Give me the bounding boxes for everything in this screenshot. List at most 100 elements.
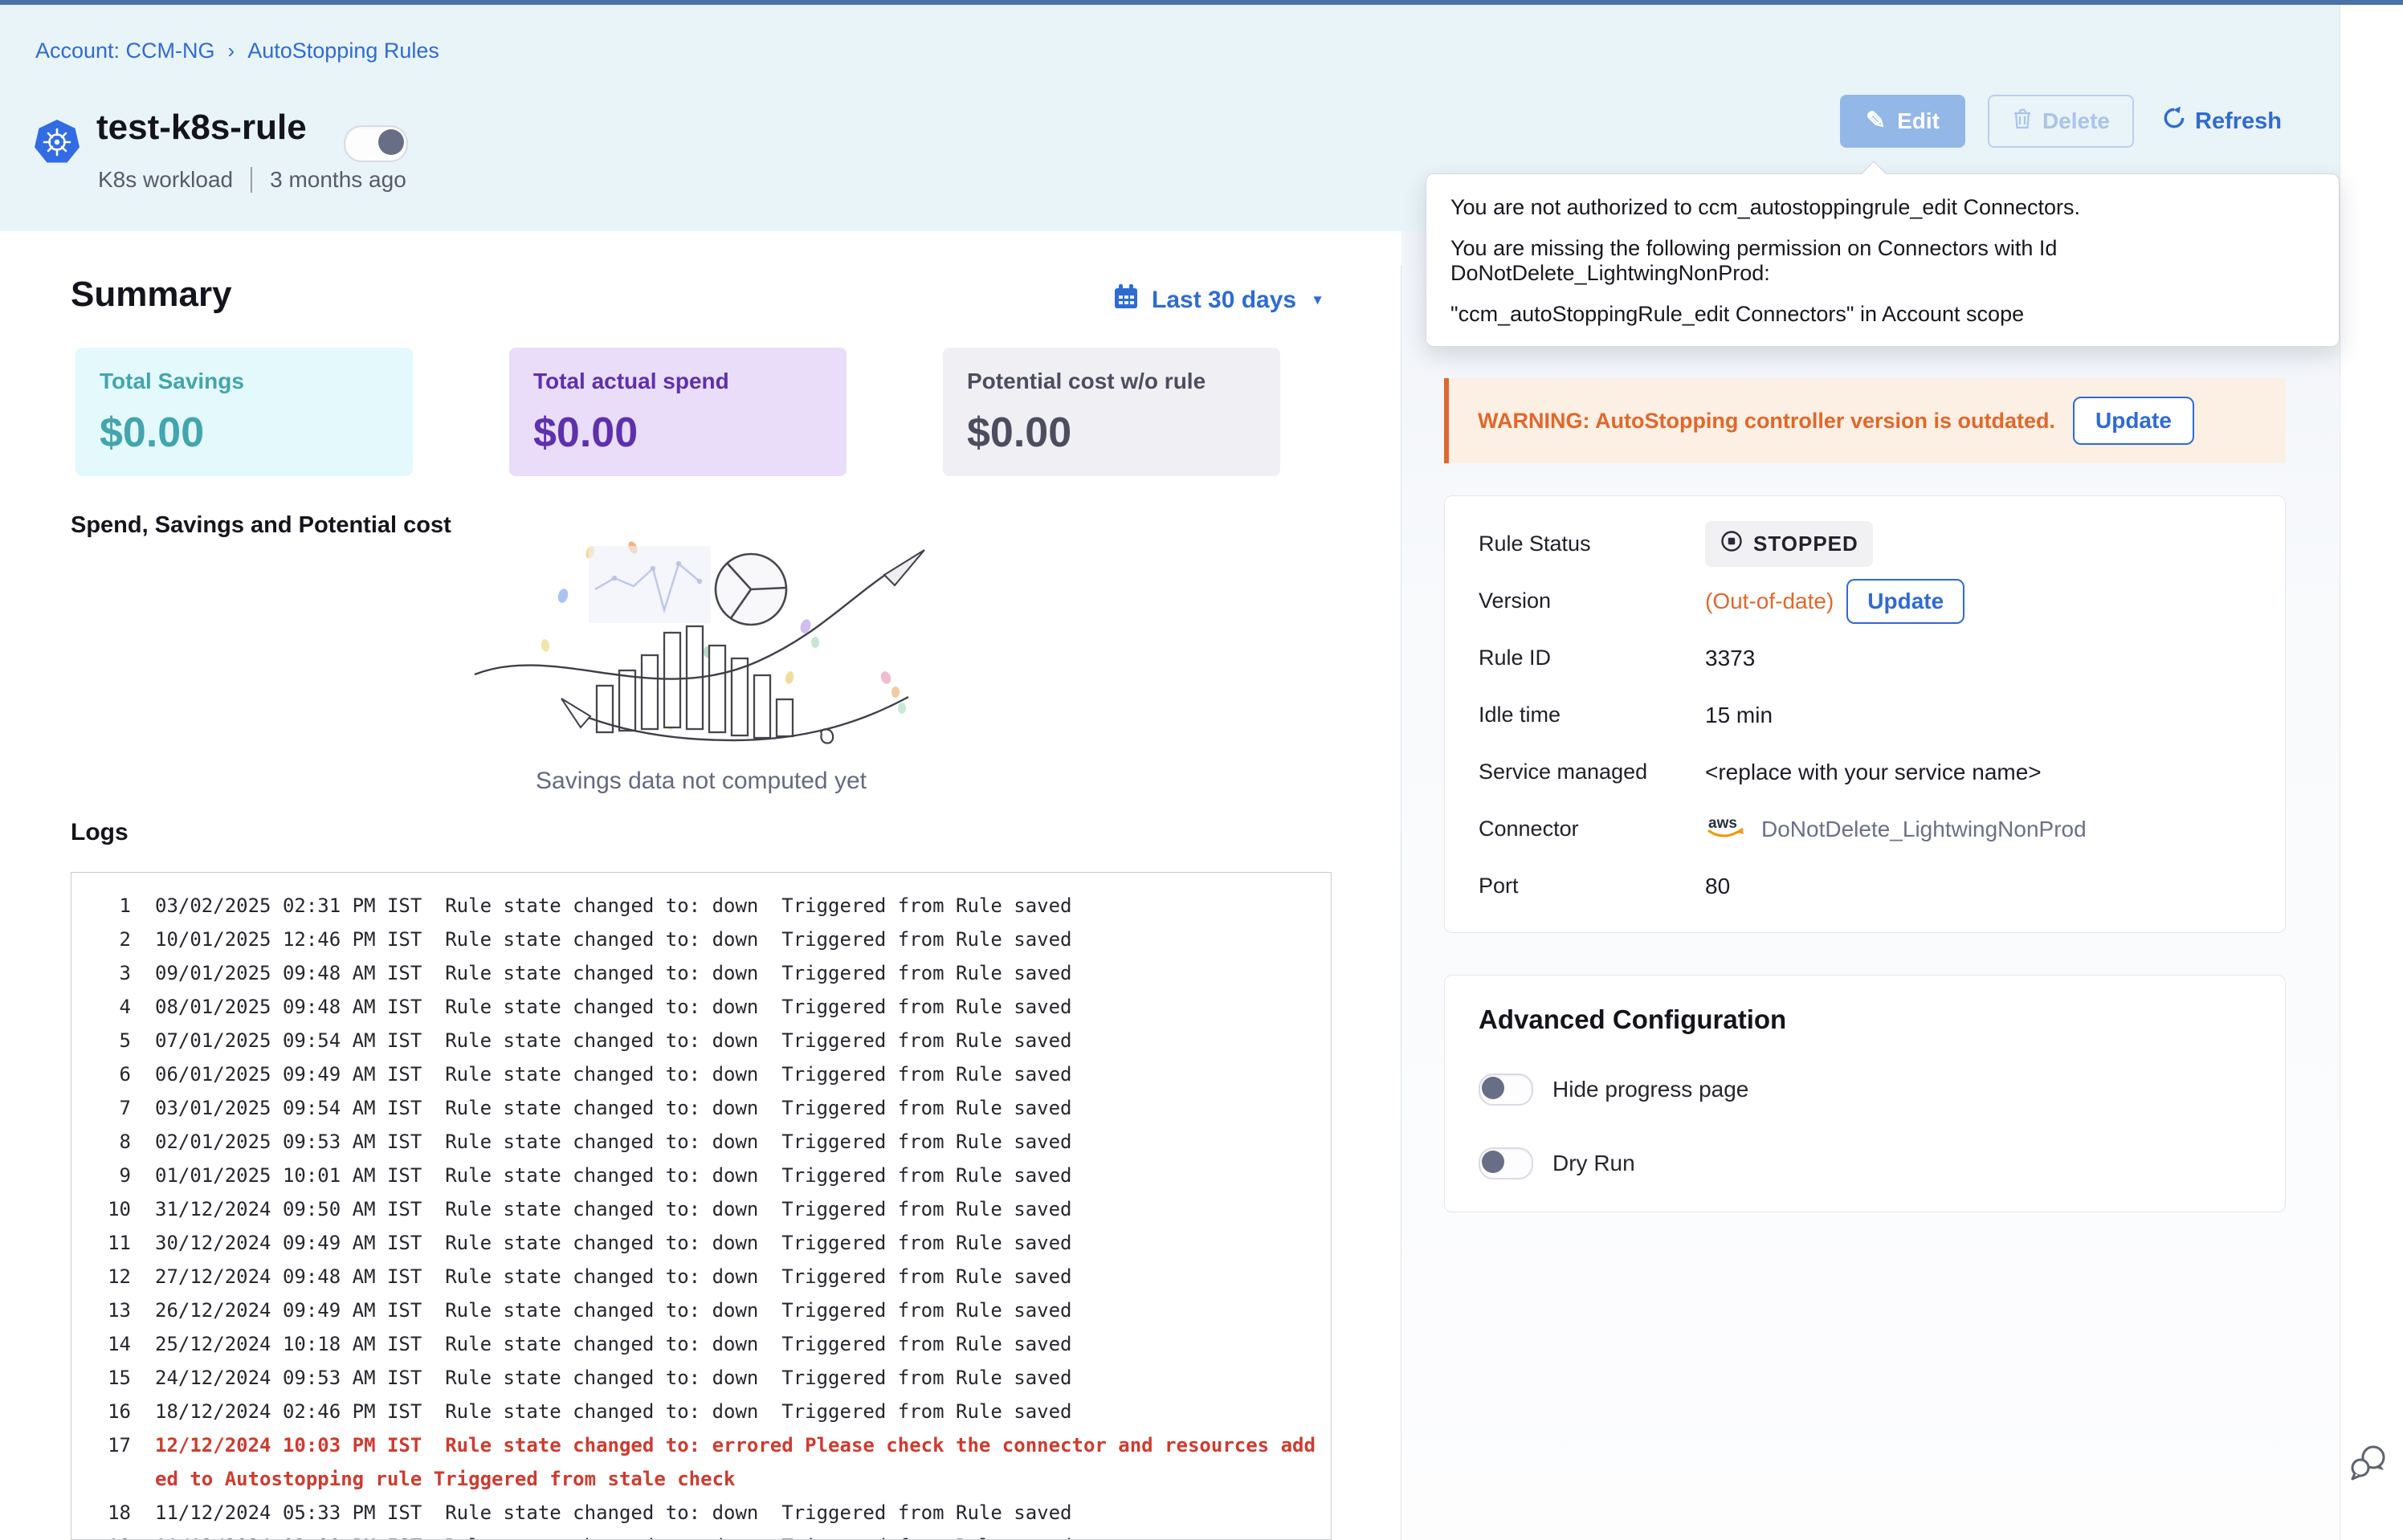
dry-run-toggle[interactable] (1479, 1147, 1533, 1179)
status-badge-text: STOPPED (1753, 532, 1858, 556)
log-message: 08/01/2025 09:48 AM IST Rule state chang… (155, 990, 1320, 1024)
log-message: 02/01/2025 09:53 AM IST Rule state chang… (155, 1125, 1320, 1159)
service-managed-value: <replace with your service name> (1705, 760, 2042, 785)
hide-progress-page-label: Hide progress page (1552, 1077, 1748, 1102)
toggle-knob (1482, 1151, 1504, 1173)
log-line-number: 6 (86, 1057, 131, 1091)
hide-progress-page-toggle[interactable] (1479, 1074, 1533, 1106)
log-line-number: 13 (86, 1294, 131, 1327)
date-range-selector[interactable]: Last 30 days ▼ (1112, 283, 1324, 318)
log-row: 19 11/12/2024 03:00 PM IST Rule state cha… (86, 1530, 1331, 1540)
toggle-knob (378, 129, 404, 155)
potential-cost-card: Potential cost w/o rule $0.00 (943, 348, 1280, 476)
connector-value: DoNotDelete_LightwingNonProd (1761, 817, 2087, 842)
log-row: 1425/12/2024 10:18 AM IST Rule state cha… (86, 1327, 1331, 1361)
breadcrumb-separator-icon: › (228, 39, 235, 63)
version-row: Version (Out-of-date) Update (1479, 572, 2251, 629)
log-line-number: 1 (86, 889, 131, 923)
log-message: 06/01/2025 09:49 AM IST Rule state chang… (155, 1057, 1320, 1091)
log-viewer[interactable]: 1 03/02/2025 02:31 PM IST Rule state chan… (71, 872, 1332, 1540)
delete-button-label: Delete (2042, 108, 2110, 134)
log-row: 18 11/12/2024 05:33 PM IST Rule state cha… (86, 1496, 1331, 1530)
logs-heading: Logs (71, 819, 129, 846)
advanced-configuration-card: Advanced Configuration Hide progress pag… (1444, 975, 2286, 1212)
rule-details-card: Rule Status STOPPED Version (Out-of-date… (1444, 495, 2286, 933)
log-row: 210/01/2025 12:46 PM IST Rule state chan… (86, 923, 1331, 956)
log-line-number: 17 (86, 1428, 131, 1496)
edit-button-label: Edit (1897, 108, 1940, 134)
refresh-button[interactable]: Refresh (2156, 104, 2287, 138)
card-label: Total actual spend (533, 369, 822, 394)
edit-button[interactable]: ✎ Edit (1840, 95, 1965, 148)
card-label: Total Savings (100, 369, 389, 394)
subtitle-divider (251, 167, 252, 193)
help-chat-icon[interactable] (2347, 1440, 2392, 1489)
dry-run-label: Dry Run (1552, 1151, 1635, 1176)
rule-age-label: 3 months ago (270, 167, 406, 193)
breadcrumb: Account: CCM-NG › AutoStopping Rules (35, 39, 439, 63)
version-label: Version (1479, 589, 1705, 613)
log-message: 30/12/2024 09:49 AM IST Rule state chang… (155, 1226, 1320, 1260)
port-value: 80 (1705, 874, 1730, 899)
delete-button[interactable]: Delete (1988, 95, 2134, 148)
empty-chart-message: Savings data not computed yet (71, 768, 1332, 795)
kubernetes-icon (34, 119, 80, 169)
summary-cards: Total Savings $0.00 Total actual spend $… (75, 348, 1280, 476)
card-value: $0.00 (967, 409, 1256, 457)
warning-update-button[interactable]: Update (2073, 397, 2194, 445)
version-value: (Out-of-date) (1705, 589, 1834, 614)
header-actions: ✎ Edit Delete Refresh (1840, 95, 2287, 148)
log-line-number: 4 (86, 990, 131, 1024)
idle-time-label: Idle time (1479, 703, 1705, 727)
total-actual-spend-card: Total actual spend $0.00 (509, 348, 847, 476)
log-line-number: 18 (86, 1496, 131, 1530)
card-label: Potential cost w/o rule (967, 369, 1256, 394)
log-line-number: 2 (86, 923, 131, 956)
breadcrumb-autostopping-rules-link[interactable]: AutoStopping Rules (247, 39, 439, 63)
log-message: 12/12/2024 10:03 PM IST Rule state chang… (155, 1428, 1320, 1496)
rule-id-row: Rule ID 3373 (1479, 629, 2251, 686)
dry-run-row: Dry Run (1479, 1144, 2251, 1183)
rule-enable-toggle[interactable] (344, 125, 408, 162)
rule-status-row: Rule Status STOPPED (1479, 515, 2251, 572)
tooltip-line: You are not authorized to ccm_autostoppi… (1450, 195, 2315, 220)
version-update-button[interactable]: Update (1846, 579, 1964, 624)
right-utility-rail (2340, 5, 2403, 1540)
log-line-number: 9 (86, 1159, 131, 1192)
breadcrumb-account-link[interactable]: Account: CCM-NG (35, 39, 215, 63)
log-row: 1 03/02/2025 02:31 PM IST Rule state chan… (86, 889, 1331, 923)
log-line-number: 16 (86, 1395, 131, 1428)
log-row: 1227/12/2024 09:48 AM IST Rule state cha… (86, 1260, 1331, 1294)
log-line-number: 15 (86, 1361, 131, 1395)
log-row: 802/01/2025 09:53 AM IST Rule state chan… (86, 1125, 1331, 1159)
log-message: 24/12/2024 09:53 AM IST Rule state chang… (155, 1361, 1320, 1395)
rule-id-value: 3373 (1705, 646, 1755, 671)
log-row: 703/01/2025 09:54 AM IST Rule state chan… (86, 1091, 1331, 1125)
controller-outdated-warning: WARNING: AutoStopping controller version… (1444, 378, 2286, 463)
chevron-down-icon: ▼ (1311, 292, 1324, 308)
svg-text:aws: aws (1708, 815, 1737, 832)
rule-status-label: Rule Status (1479, 532, 1705, 556)
log-line-number: 11 (86, 1226, 131, 1260)
permission-tooltip: You are not authorized to ccm_autostoppi… (1426, 173, 2340, 347)
log-message: 11/12/2024 05:33 PM IST Rule state chang… (155, 1496, 1320, 1530)
tooltip-line: You are missing the following permission… (1450, 236, 2315, 286)
log-message: 27/12/2024 09:48 AM IST Rule state chang… (155, 1260, 1320, 1294)
log-line-number: 5 (86, 1024, 131, 1057)
workload-type-label: K8s workload (98, 167, 233, 193)
pencil-icon: ✎ (1866, 109, 1886, 133)
log-message: 18/12/2024 02:46 PM IST Rule state chang… (155, 1395, 1320, 1428)
log-message: 09/01/2025 09:48 AM IST Rule state chang… (155, 956, 1320, 990)
log-line-number: 7 (86, 1091, 131, 1125)
log-row: 17 12/12/2024 10:03 PM IST Rule state cha… (86, 1428, 1331, 1496)
empty-chart-state: Savings data not computed yet (71, 540, 1332, 795)
card-value: $0.00 (533, 409, 822, 457)
refresh-icon (2161, 105, 2187, 137)
hide-progress-page-row: Hide progress page (1479, 1070, 2251, 1109)
log-message: 03/02/2025 02:31 PM IST Rule state chang… (155, 889, 1320, 923)
page-title: test-k8s-rule (96, 108, 307, 148)
log-line-number: 3 (86, 956, 131, 990)
log-message: 11/12/2024 03:00 PM IST Rule state chang… (155, 1530, 1320, 1540)
tooltip-line: "ccm_autoStoppingRule_edit Connectors" i… (1450, 302, 2315, 327)
log-line-number: 19 (86, 1530, 131, 1540)
